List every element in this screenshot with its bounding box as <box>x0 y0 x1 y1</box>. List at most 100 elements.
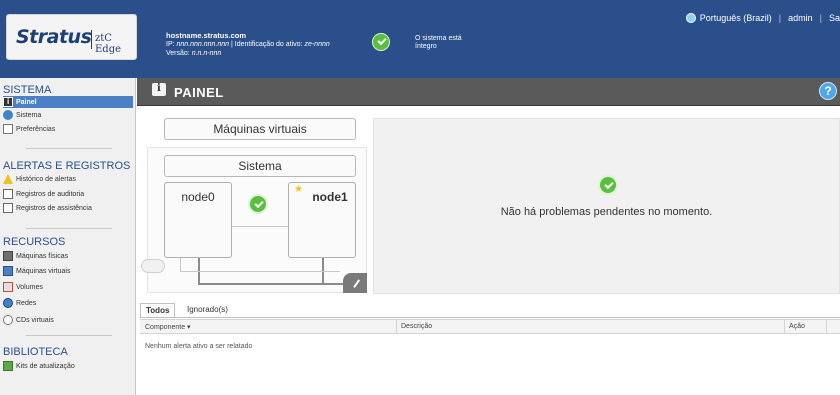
logo-divider <box>91 30 92 49</box>
divider: | <box>819 13 822 23</box>
vm-icon <box>3 266 13 276</box>
hostname: hostname.stratus.com <box>166 31 247 40</box>
panel-header: PAINEL ? <box>137 78 840 106</box>
status-message: Não há problemas pendentes no momento. <box>500 206 713 218</box>
system-globe-icon <box>3 110 13 120</box>
sort-chevron-icon: ▾ <box>187 324 191 331</box>
column-divider <box>784 320 785 334</box>
preferences-icon <box>3 124 13 134</box>
node1-box[interactable]: ★ node1 <box>288 182 356 258</box>
kit-icon <box>3 361 13 371</box>
virtual-machines-button[interactable]: Máquinas virtuais <box>164 118 356 140</box>
column-divider <box>396 320 397 334</box>
edit-pencil-icon[interactable] <box>343 273 367 293</box>
sidebar-item-label: CDs virtuais <box>16 316 54 324</box>
sidebar: SISTEMA Painel Sistema Preferências ALER… <box>0 78 136 395</box>
column-header-acao[interactable]: Ação <box>789 323 805 330</box>
sidebar-item-label: Histórico de alertas <box>16 175 76 183</box>
app-header: Stratus ztC Edge hostname.stratus.com IP… <box>0 0 840 78</box>
section-divider <box>26 335 112 336</box>
volume-icon <box>3 282 13 292</box>
ip-line: IP: nnn.nnn.nnn.nnn | Identificação do a… <box>166 40 330 49</box>
cd-icon <box>3 315 13 325</box>
sidebar-item-historico-alertas[interactable]: Histórico de alertas <box>3 173 76 185</box>
empty-alerts-message: Nenhum alerta ativo a ser relatado <box>145 343 253 350</box>
stratus-logo: Stratus ztC Edge <box>6 14 137 60</box>
sidebar-item-registros-auditoria[interactable]: Registros de auditoria <box>3 188 84 200</box>
ip-prefix: IP: <box>166 41 177 48</box>
info-icon <box>3 97 13 107</box>
wire <box>232 226 288 227</box>
logo-product-name: ztC Edge <box>95 33 122 55</box>
divider: | <box>778 13 782 23</box>
version-line: Versão: n.n.n-nnn <box>166 49 330 58</box>
sidebar-item-label: Máquinas virtuais <box>16 267 71 275</box>
sidebar-item-maquinas-fisicas[interactable]: Máquinas físicas <box>3 250 68 262</box>
version-prefix: Versão: <box>166 50 192 57</box>
sidebar-item-kits-atualizacao[interactable]: Kits de atualização <box>3 360 75 372</box>
section-title-sistema: SISTEMA <box>3 84 52 96</box>
globe-icon <box>685 13 696 23</box>
sidebar-item-cds-virtuais[interactable]: CDs virtuais <box>3 314 54 326</box>
network-icon <box>3 298 13 308</box>
asset-value: ze-nnnn <box>304 41 330 48</box>
alerts-table-header: Componente ▾ Descrição Ação <box>140 319 840 334</box>
section-title-biblioteca: BIBLIOTECA <box>3 346 68 358</box>
sidebar-item-registros-assistencia[interactable]: Registros de assistência <box>3 202 92 214</box>
language-selector[interactable]: Português (Brazil) <box>700 13 772 23</box>
column-divider <box>826 320 827 334</box>
section-title-recursos: RECURSOS <box>3 236 66 248</box>
sidebar-item-label: Redes <box>16 299 37 307</box>
status-line-2: íntegro <box>415 43 437 50</box>
sidebar-item-label: Registros de auditoria <box>16 190 85 198</box>
version-value: n.n.n-nnn <box>191 50 222 57</box>
logo-wordmark: Stratus <box>16 26 92 48</box>
status-line-1: O sistema está <box>415 35 462 42</box>
user-menu[interactable]: admin <box>788 13 813 23</box>
node-status-check-icon <box>248 194 268 214</box>
sidebar-item-label: Kits de atualização <box>16 362 75 370</box>
node0-box[interactable]: node0 <box>164 182 232 258</box>
sidebar-item-label: Sistema <box>16 111 42 119</box>
node1-label: node1 <box>312 190 348 204</box>
support-document-icon <box>3 203 13 213</box>
section-divider <box>26 148 112 149</box>
logout-link[interactable]: Sa <box>829 13 840 23</box>
sidebar-item-label: Máquinas físicas <box>16 252 69 260</box>
sidebar-item-maquinas-virtuais[interactable]: Máquinas virtuais <box>3 265 70 277</box>
asset-prefix: | Identificação do ativo: <box>229 41 305 48</box>
cloud-icon <box>141 259 165 273</box>
sidebar-item-label: Volumes <box>16 283 43 291</box>
wire <box>180 258 181 272</box>
tab-ignorados[interactable]: Ignorado(s) <box>182 303 233 318</box>
section-divider <box>26 228 112 229</box>
sidebar-item-label: Preferências <box>16 125 56 133</box>
system-button[interactable]: Sistema <box>164 155 356 177</box>
host-info: hostname.stratus.com IP: nnn.nnn.nnn.nnn… <box>166 31 330 58</box>
ok-check-icon <box>598 175 618 195</box>
info-icon <box>152 83 166 96</box>
column-header-componente[interactable]: Componente ▾ <box>145 323 191 331</box>
document-icon <box>3 189 13 199</box>
sidebar-item-painel[interactable]: Painel <box>3 96 133 108</box>
wire <box>180 271 340 272</box>
warning-icon <box>3 174 13 184</box>
column-header-label: Componente <box>145 324 186 331</box>
server-icon <box>3 251 13 261</box>
node0-label: node0 <box>181 190 215 204</box>
sidebar-item-redes[interactable]: Redes <box>3 297 36 309</box>
system-status-check-icon[interactable] <box>372 33 390 51</box>
sidebar-item-volumes[interactable]: Volumes <box>3 281 43 293</box>
sidebar-item-sistema[interactable]: Sistema <box>3 109 41 121</box>
page-title: PAINEL <box>174 85 224 100</box>
help-icon[interactable]: ? <box>819 82 837 100</box>
sidebar-item-preferencias[interactable]: Preferências <box>3 123 55 135</box>
sidebar-item-label: Painel <box>16 98 37 106</box>
section-title-alertas: ALERTAS E REGISTROS <box>3 160 131 172</box>
tab-divider <box>140 317 840 318</box>
top-links: Português (Brazil) | admin | Sa <box>685 13 840 23</box>
column-header-descricao[interactable]: Descrição <box>401 323 432 330</box>
ip-value: nnn.nnn.nnn.nnn <box>176 41 230 48</box>
system-status-text: O sistema está íntegro <box>415 35 462 51</box>
tab-todos[interactable]: Todos <box>140 303 176 318</box>
